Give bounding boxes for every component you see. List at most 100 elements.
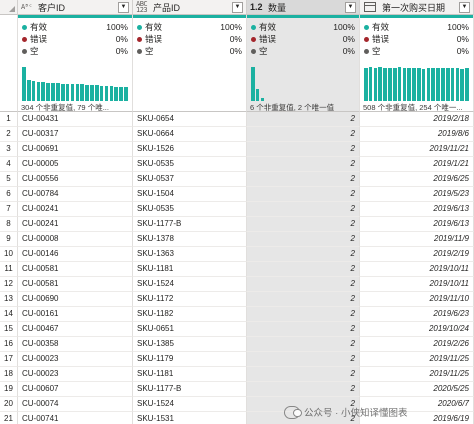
customer-id-cell[interactable]: CU-00241 [18, 202, 133, 217]
purchase-date-cell[interactable]: 2019/2/19 [360, 247, 474, 262]
histogram-bar[interactable] [455, 68, 460, 101]
purchase-date-cell[interactable]: 2019/11/9 [360, 232, 474, 247]
value-distribution-histogram[interactable] [22, 67, 128, 101]
column-header-first-purchase-date[interactable]: 第一次购买日期 ▼ [360, 0, 474, 15]
product-id-cell[interactable]: SKU-1363 [133, 247, 247, 262]
histogram-bar[interactable] [255, 89, 260, 101]
customer-id-cell[interactable]: CU-00690 [18, 292, 133, 307]
customer-id-cell[interactable]: CU-00358 [18, 337, 133, 352]
product-id-cell[interactable]: SKU-0651 [133, 322, 247, 337]
histogram-bar[interactable] [260, 98, 265, 101]
value-distribution-histogram[interactable] [251, 67, 355, 101]
histogram-bar[interactable] [383, 68, 387, 101]
histogram-bar[interactable] [31, 81, 36, 101]
histogram-bar[interactable] [412, 68, 416, 101]
purchase-date-cell[interactable]: 2019/11/10 [360, 292, 474, 307]
product-id-cell[interactable]: SKU-0535 [133, 157, 247, 172]
histogram-bar[interactable] [41, 82, 46, 101]
quantity-cell[interactable]: 2 [247, 277, 360, 292]
purchase-date-cell[interactable]: 2019/2/18 [360, 112, 474, 127]
histogram-bar[interactable] [441, 68, 445, 101]
purchase-date-cell[interactable]: 2019/6/13 [360, 202, 474, 217]
filter-dropdown-icon[interactable]: ▼ [345, 1, 356, 13]
purchase-date-cell[interactable]: 2019/11/25 [360, 352, 474, 367]
product-id-cell[interactable]: SKU-1179 [133, 352, 247, 367]
quantity-cell[interactable]: 2 [247, 217, 360, 232]
product-id-cell[interactable]: SKU-0537 [133, 172, 247, 187]
decimal-type-icon[interactable]: 1.2 [250, 3, 265, 12]
histogram-bar[interactable] [368, 67, 373, 101]
product-id-cell[interactable]: SKU-0535 [133, 202, 247, 217]
customer-id-cell[interactable]: CU-00581 [18, 262, 133, 277]
row-number[interactable]: 12 [0, 277, 18, 292]
quantity-cell[interactable]: 2 [247, 382, 360, 397]
customer-id-cell[interactable]: CU-00556 [18, 172, 133, 187]
purchase-date-cell[interactable]: 2019/6/23 [360, 307, 474, 322]
product-id-cell[interactable]: SKU-1172 [133, 292, 247, 307]
calendar-icon[interactable] [364, 2, 376, 12]
histogram-bar[interactable] [397, 67, 402, 101]
histogram-bar[interactable] [65, 84, 70, 101]
product-id-cell[interactable]: SKU-1181 [133, 262, 247, 277]
customer-id-cell[interactable]: CU-00074 [18, 397, 133, 412]
row-number[interactable]: 18 [0, 367, 18, 382]
customer-id-cell[interactable]: CU-00467 [18, 322, 133, 337]
customer-id-cell[interactable]: CU-00691 [18, 142, 133, 157]
customer-id-cell[interactable]: CU-00784 [18, 187, 133, 202]
row-number[interactable]: 11 [0, 262, 18, 277]
quantity-cell[interactable]: 2 [247, 307, 360, 322]
quantity-cell[interactable]: 2 [247, 292, 360, 307]
row-number[interactable]: 21 [0, 412, 18, 424]
purchase-date-cell[interactable]: 2019/8/6 [360, 127, 474, 142]
product-id-cell[interactable]: SKU-1177-B [133, 382, 247, 397]
product-id-cell[interactable]: SKU-1181 [133, 367, 247, 382]
any-type-icon[interactable]: ABC 123 [136, 1, 150, 14]
customer-id-cell[interactable]: CU-00023 [18, 367, 133, 382]
value-distribution-histogram[interactable] [364, 67, 469, 101]
row-number[interactable]: 6 [0, 187, 18, 202]
quantity-cell[interactable]: 2 [247, 202, 360, 217]
row-number[interactable]: 13 [0, 292, 18, 307]
histogram-bar[interactable] [109, 86, 114, 101]
product-id-cell[interactable]: SKU-1378 [133, 232, 247, 247]
row-number[interactable]: 2 [0, 127, 18, 142]
product-id-cell[interactable]: SKU-0664 [133, 127, 247, 142]
quality-bar[interactable] [133, 15, 246, 18]
histogram-bar[interactable] [80, 84, 85, 101]
histogram-bar[interactable] [119, 87, 123, 101]
customer-id-cell[interactable]: CU-00161 [18, 307, 133, 322]
histogram-bar[interactable] [114, 86, 119, 101]
histogram-bar[interactable] [407, 67, 411, 101]
quantity-cell[interactable]: 2 [247, 337, 360, 352]
quality-bar[interactable] [18, 15, 132, 18]
customer-id-cell[interactable]: CU-00607 [18, 382, 133, 397]
histogram-bar[interactable] [70, 84, 75, 101]
quantity-cell[interactable]: 2 [247, 232, 360, 247]
histogram-bar[interactable] [417, 68, 421, 101]
product-id-cell[interactable]: SKU-1177-B [133, 217, 247, 232]
histogram-bar[interactable] [378, 67, 383, 101]
histogram-bar[interactable] [99, 85, 104, 101]
histogram-bar[interactable] [85, 84, 89, 101]
histogram-bar[interactable] [364, 67, 368, 101]
purchase-date-cell[interactable]: 2019/2/26 [360, 337, 474, 352]
row-number[interactable]: 17 [0, 352, 18, 367]
product-id-cell[interactable]: SKU-1524 [133, 277, 247, 292]
row-number[interactable]: 10 [0, 247, 18, 262]
purchase-date-cell[interactable]: 2019/10/11 [360, 277, 474, 292]
histogram-bar[interactable] [251, 67, 255, 101]
histogram-bar[interactable] [421, 68, 426, 101]
row-number[interactable]: 14 [0, 307, 18, 322]
customer-id-cell[interactable]: CU-00241 [18, 217, 133, 232]
purchase-date-cell[interactable]: 2019/10/11 [360, 262, 474, 277]
purchase-date-cell[interactable]: 2019/6/13 [360, 217, 474, 232]
histogram-bar[interactable] [56, 83, 60, 101]
row-number[interactable]: 3 [0, 142, 18, 157]
column-header-customer-id[interactable]: Aᴮᶜ 客户ID ▼ [18, 0, 133, 15]
histogram-bar[interactable] [26, 79, 31, 101]
customer-id-cell[interactable]: CU-00317 [18, 127, 133, 142]
customer-id-cell[interactable]: CU-00146 [18, 247, 133, 262]
quantity-cell[interactable]: 2 [247, 247, 360, 262]
histogram-bar[interactable] [104, 86, 109, 101]
purchase-date-cell[interactable]: 2019/11/25 [360, 367, 474, 382]
